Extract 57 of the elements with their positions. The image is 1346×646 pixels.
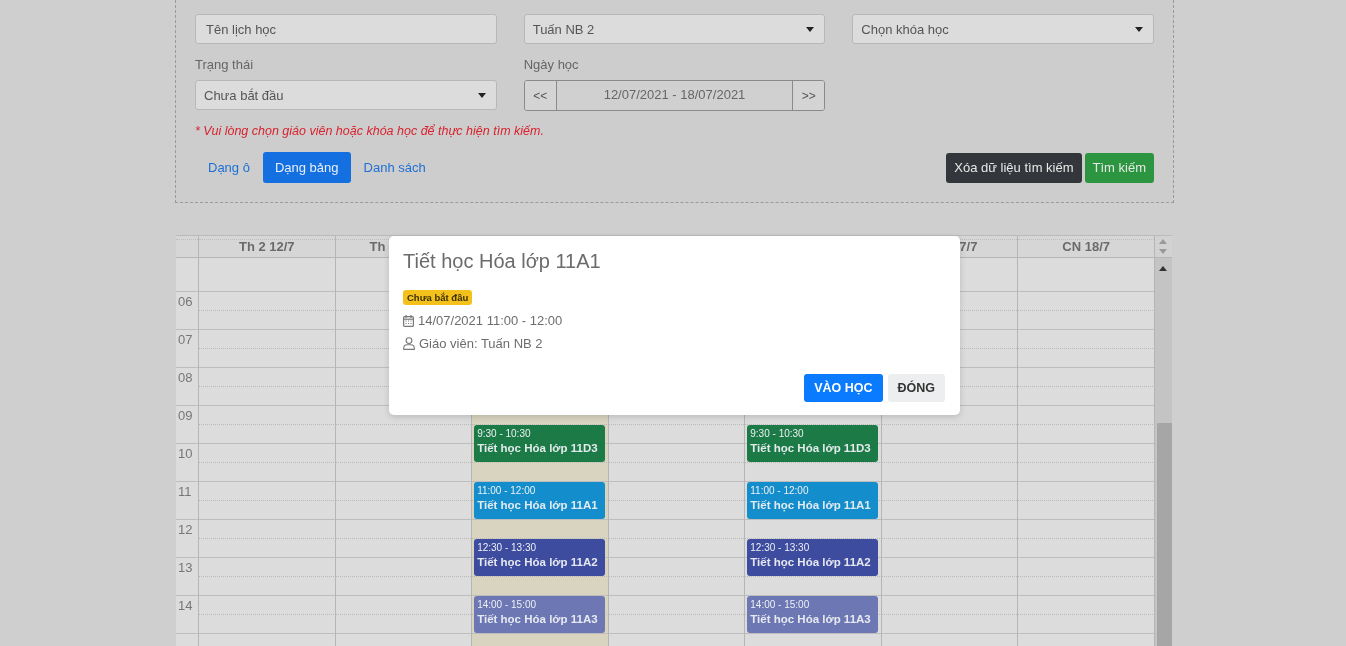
view-mode-tab[interactable]: Dạng ô	[196, 152, 262, 183]
hour-label: 10	[178, 446, 193, 461]
event-time: 11:00 - 12:00	[750, 485, 810, 497]
hour-label: 12	[178, 522, 193, 537]
event-title: Tiết học Hóa lớp 11A1	[477, 498, 599, 513]
event-card[interactable]: 12:30 - 13:30 Tiết học Hóa lớp 11A2	[747, 539, 878, 576]
caret-icon	[806, 26, 815, 32]
teacher-select[interactable]: Tuấn NB 2	[523, 14, 826, 44]
event-card[interactable]: 14:00 - 15:00 Tiết học Hóa lớp 11A3	[747, 596, 878, 633]
dialog-datetime: 14/07/2021 11:00 - 12:00	[418, 313, 563, 328]
view-mode-tab[interactable]: Dạng bảng	[262, 152, 351, 183]
event-time: 14:00 - 15:00	[750, 599, 811, 611]
event-time: 12:30 - 13:30	[750, 542, 811, 554]
caret-icon	[477, 92, 486, 98]
event-title: Tiết học Hóa lớp 11D3	[477, 441, 599, 456]
event-time: 12:30 - 13:30	[477, 542, 538, 554]
course-select[interactable]: Chọn khóa học	[852, 14, 1154, 44]
status-select[interactable]: Chưa bắt đầu	[195, 80, 497, 110]
event-card[interactable]: 14:00 - 15:00 Tiết học Hóa lớp 11A3	[474, 596, 605, 633]
warning-text: * Vui lòng chọn giáo viên hoặc khóa học để thực hiện tìm kiếm.	[195, 124, 545, 138]
calendar-icon	[403, 314, 414, 327]
clear-search-button[interactable]: Xóa dữ liệu tìm kiếm	[946, 152, 1082, 183]
sort-arrows-icon	[1159, 238, 1168, 255]
hour-label: 07	[178, 332, 193, 347]
date-label: Ngày học	[523, 57, 580, 72]
event-title: Tiết học Hóa lớp 11A3	[477, 612, 599, 627]
person-icon	[403, 337, 415, 350]
event-title: Tiết học Hóa lớp 11A2	[750, 555, 872, 570]
event-time: 11:00 - 12:00	[477, 485, 537, 497]
event-title: Tiết học Hóa lớp 11A3	[750, 612, 872, 627]
hour-label: 06	[178, 294, 193, 309]
event-title: Tiết học Hóa lớp 11D3	[750, 441, 872, 456]
event-title: Tiết học Hóa lớp 11A1	[750, 498, 872, 513]
view-mode-tab[interactable]: Danh sách	[351, 152, 438, 183]
event-card[interactable]: 9:30 - 10:30 Tiết học Hóa lớp 11D3	[747, 425, 878, 462]
search-button[interactable]: Tìm kiếm	[1084, 152, 1154, 183]
hour-label: 13	[178, 560, 193, 575]
dialog-teacher: Giáo viên: Tuấn NB 2	[419, 336, 543, 351]
hour-label: 11	[178, 484, 192, 499]
event-card[interactable]: 11:00 - 12:00 Tiết học Hóa lớp 11A1	[474, 482, 605, 519]
event-time: 9:30 - 10:30	[750, 428, 805, 440]
close-button[interactable]: ĐÓNG	[887, 374, 945, 402]
scroll-up-icon[interactable]	[1159, 266, 1168, 271]
event-time: 9:30 - 10:30	[477, 428, 532, 440]
caret-icon	[1135, 26, 1143, 32]
status-badge: Chưa bắt đầu	[403, 290, 473, 305]
status-label: Trạng thái	[195, 57, 255, 72]
hour-label: 09	[178, 408, 193, 423]
hour-label: 14	[178, 598, 193, 613]
join-class-button[interactable]: VÀO HỌC	[804, 374, 883, 402]
event-card[interactable]: 11:00 - 12:00 Tiết học Hóa lớp 11A1	[747, 482, 878, 519]
name-field[interactable]: Tên lịch học	[195, 14, 497, 44]
event-time: 14:00 - 15:00	[477, 599, 538, 611]
hour-label: 08	[178, 370, 193, 385]
event-card[interactable]: 9:30 - 10:30 Tiết học Hóa lớp 11D3	[474, 425, 605, 462]
event-card[interactable]: 12:30 - 13:30 Tiết học Hóa lớp 11A2	[474, 539, 605, 576]
event-title: Tiết học Hóa lớp 11A2	[477, 555, 599, 570]
